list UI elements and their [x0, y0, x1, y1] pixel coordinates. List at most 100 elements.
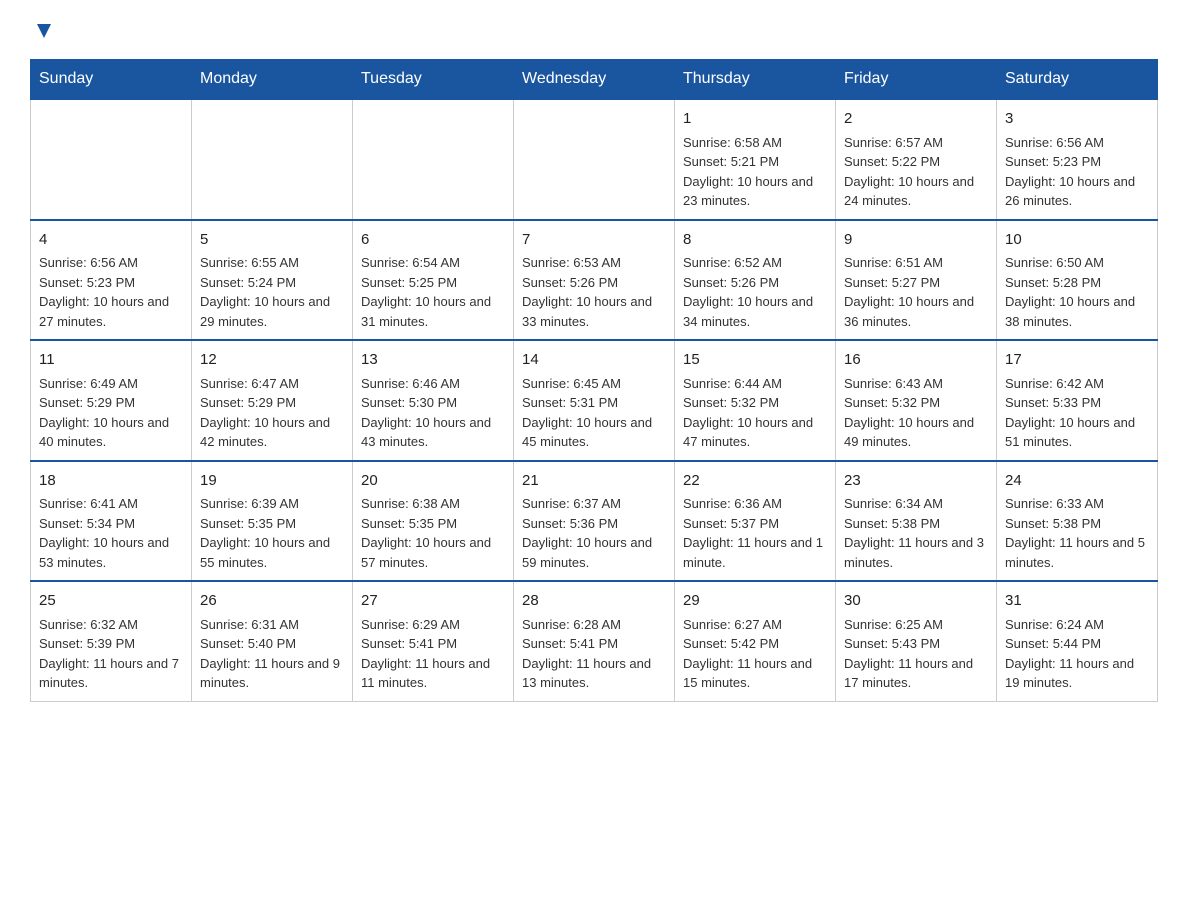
day-number: 16 [844, 349, 988, 372]
day-info: Sunrise: 6:24 AM Sunset: 5:44 PM Dayligh… [1005, 615, 1149, 693]
weekday-friday: Friday [836, 60, 997, 100]
week-row-5: 25Sunrise: 6:32 AM Sunset: 5:39 PM Dayli… [31, 581, 1158, 701]
day-number: 25 [39, 590, 183, 613]
calendar-cell: 17Sunrise: 6:42 AM Sunset: 5:33 PM Dayli… [997, 340, 1158, 461]
calendar-body: 1Sunrise: 6:58 AM Sunset: 5:21 PM Daylig… [31, 99, 1158, 701]
day-number: 23 [844, 470, 988, 493]
week-row-1: 1Sunrise: 6:58 AM Sunset: 5:21 PM Daylig… [31, 99, 1158, 220]
day-info: Sunrise: 6:37 AM Sunset: 5:36 PM Dayligh… [522, 494, 666, 572]
day-number: 5 [200, 229, 344, 252]
day-number: 28 [522, 590, 666, 613]
calendar-cell: 11Sunrise: 6:49 AM Sunset: 5:29 PM Dayli… [31, 340, 192, 461]
day-info: Sunrise: 6:43 AM Sunset: 5:32 PM Dayligh… [844, 374, 988, 452]
day-info: Sunrise: 6:36 AM Sunset: 5:37 PM Dayligh… [683, 494, 827, 572]
calendar-cell: 19Sunrise: 6:39 AM Sunset: 5:35 PM Dayli… [192, 461, 353, 582]
day-info: Sunrise: 6:56 AM Sunset: 5:23 PM Dayligh… [39, 253, 183, 331]
calendar-cell: 2Sunrise: 6:57 AM Sunset: 5:22 PM Daylig… [836, 99, 997, 220]
day-info: Sunrise: 6:46 AM Sunset: 5:30 PM Dayligh… [361, 374, 505, 452]
day-info: Sunrise: 6:44 AM Sunset: 5:32 PM Dayligh… [683, 374, 827, 452]
day-info: Sunrise: 6:56 AM Sunset: 5:23 PM Dayligh… [1005, 133, 1149, 211]
day-number: 7 [522, 229, 666, 252]
header [30, 20, 1158, 47]
week-row-3: 11Sunrise: 6:49 AM Sunset: 5:29 PM Dayli… [31, 340, 1158, 461]
weekday-wednesday: Wednesday [514, 60, 675, 100]
day-info: Sunrise: 6:50 AM Sunset: 5:28 PM Dayligh… [1005, 253, 1149, 331]
calendar-cell [31, 99, 192, 220]
day-info: Sunrise: 6:53 AM Sunset: 5:26 PM Dayligh… [522, 253, 666, 331]
day-info: Sunrise: 6:54 AM Sunset: 5:25 PM Dayligh… [361, 253, 505, 331]
logo [30, 20, 55, 47]
day-number: 29 [683, 590, 827, 613]
day-number: 14 [522, 349, 666, 372]
day-info: Sunrise: 6:57 AM Sunset: 5:22 PM Dayligh… [844, 133, 988, 211]
calendar-header: SundayMondayTuesdayWednesdayThursdayFrid… [31, 60, 1158, 100]
calendar-cell: 23Sunrise: 6:34 AM Sunset: 5:38 PM Dayli… [836, 461, 997, 582]
calendar-cell [514, 99, 675, 220]
calendar-cell: 9Sunrise: 6:51 AM Sunset: 5:27 PM Daylig… [836, 220, 997, 341]
calendar-cell: 4Sunrise: 6:56 AM Sunset: 5:23 PM Daylig… [31, 220, 192, 341]
day-number: 19 [200, 470, 344, 493]
calendar-cell: 29Sunrise: 6:27 AM Sunset: 5:42 PM Dayli… [675, 581, 836, 701]
weekday-monday: Monday [192, 60, 353, 100]
day-number: 6 [361, 229, 505, 252]
calendar-cell: 31Sunrise: 6:24 AM Sunset: 5:44 PM Dayli… [997, 581, 1158, 701]
calendar-cell: 22Sunrise: 6:36 AM Sunset: 5:37 PM Dayli… [675, 461, 836, 582]
day-number: 12 [200, 349, 344, 372]
day-info: Sunrise: 6:27 AM Sunset: 5:42 PM Dayligh… [683, 615, 827, 693]
day-info: Sunrise: 6:41 AM Sunset: 5:34 PM Dayligh… [39, 494, 183, 572]
calendar-cell: 30Sunrise: 6:25 AM Sunset: 5:43 PM Dayli… [836, 581, 997, 701]
day-info: Sunrise: 6:52 AM Sunset: 5:26 PM Dayligh… [683, 253, 827, 331]
day-info: Sunrise: 6:31 AM Sunset: 5:40 PM Dayligh… [200, 615, 344, 693]
day-number: 17 [1005, 349, 1149, 372]
weekday-header-row: SundayMondayTuesdayWednesdayThursdayFrid… [31, 60, 1158, 100]
day-info: Sunrise: 6:42 AM Sunset: 5:33 PM Dayligh… [1005, 374, 1149, 452]
day-number: 27 [361, 590, 505, 613]
weekday-sunday: Sunday [31, 60, 192, 100]
weekday-saturday: Saturday [997, 60, 1158, 100]
day-info: Sunrise: 6:29 AM Sunset: 5:41 PM Dayligh… [361, 615, 505, 693]
day-info: Sunrise: 6:33 AM Sunset: 5:38 PM Dayligh… [1005, 494, 1149, 572]
day-number: 1 [683, 108, 827, 131]
day-number: 11 [39, 349, 183, 372]
calendar-cell: 24Sunrise: 6:33 AM Sunset: 5:38 PM Dayli… [997, 461, 1158, 582]
day-number: 9 [844, 229, 988, 252]
calendar-cell: 15Sunrise: 6:44 AM Sunset: 5:32 PM Dayli… [675, 340, 836, 461]
logo-arrow-icon [33, 20, 55, 47]
calendar-cell: 5Sunrise: 6:55 AM Sunset: 5:24 PM Daylig… [192, 220, 353, 341]
day-number: 8 [683, 229, 827, 252]
calendar-cell: 3Sunrise: 6:56 AM Sunset: 5:23 PM Daylig… [997, 99, 1158, 220]
calendar-cell: 21Sunrise: 6:37 AM Sunset: 5:36 PM Dayli… [514, 461, 675, 582]
calendar-cell: 28Sunrise: 6:28 AM Sunset: 5:41 PM Dayli… [514, 581, 675, 701]
day-number: 15 [683, 349, 827, 372]
day-number: 22 [683, 470, 827, 493]
week-row-4: 18Sunrise: 6:41 AM Sunset: 5:34 PM Dayli… [31, 461, 1158, 582]
day-number: 10 [1005, 229, 1149, 252]
day-info: Sunrise: 6:45 AM Sunset: 5:31 PM Dayligh… [522, 374, 666, 452]
day-number: 26 [200, 590, 344, 613]
calendar-cell: 26Sunrise: 6:31 AM Sunset: 5:40 PM Dayli… [192, 581, 353, 701]
day-number: 30 [844, 590, 988, 613]
day-number: 3 [1005, 108, 1149, 131]
day-info: Sunrise: 6:28 AM Sunset: 5:41 PM Dayligh… [522, 615, 666, 693]
day-number: 2 [844, 108, 988, 131]
day-info: Sunrise: 6:58 AM Sunset: 5:21 PM Dayligh… [683, 133, 827, 211]
calendar-cell: 14Sunrise: 6:45 AM Sunset: 5:31 PM Dayli… [514, 340, 675, 461]
calendar-cell: 12Sunrise: 6:47 AM Sunset: 5:29 PM Dayli… [192, 340, 353, 461]
calendar-cell: 16Sunrise: 6:43 AM Sunset: 5:32 PM Dayli… [836, 340, 997, 461]
calendar-cell: 27Sunrise: 6:29 AM Sunset: 5:41 PM Dayli… [353, 581, 514, 701]
day-info: Sunrise: 6:38 AM Sunset: 5:35 PM Dayligh… [361, 494, 505, 572]
day-info: Sunrise: 6:39 AM Sunset: 5:35 PM Dayligh… [200, 494, 344, 572]
calendar-cell: 20Sunrise: 6:38 AM Sunset: 5:35 PM Dayli… [353, 461, 514, 582]
week-row-2: 4Sunrise: 6:56 AM Sunset: 5:23 PM Daylig… [31, 220, 1158, 341]
day-info: Sunrise: 6:51 AM Sunset: 5:27 PM Dayligh… [844, 253, 988, 331]
calendar-cell: 7Sunrise: 6:53 AM Sunset: 5:26 PM Daylig… [514, 220, 675, 341]
day-info: Sunrise: 6:55 AM Sunset: 5:24 PM Dayligh… [200, 253, 344, 331]
day-info: Sunrise: 6:34 AM Sunset: 5:38 PM Dayligh… [844, 494, 988, 572]
calendar: SundayMondayTuesdayWednesdayThursdayFrid… [30, 59, 1158, 702]
day-info: Sunrise: 6:47 AM Sunset: 5:29 PM Dayligh… [200, 374, 344, 452]
day-number: 24 [1005, 470, 1149, 493]
calendar-cell: 8Sunrise: 6:52 AM Sunset: 5:26 PM Daylig… [675, 220, 836, 341]
calendar-cell [192, 99, 353, 220]
day-info: Sunrise: 6:32 AM Sunset: 5:39 PM Dayligh… [39, 615, 183, 693]
calendar-cell: 18Sunrise: 6:41 AM Sunset: 5:34 PM Dayli… [31, 461, 192, 582]
